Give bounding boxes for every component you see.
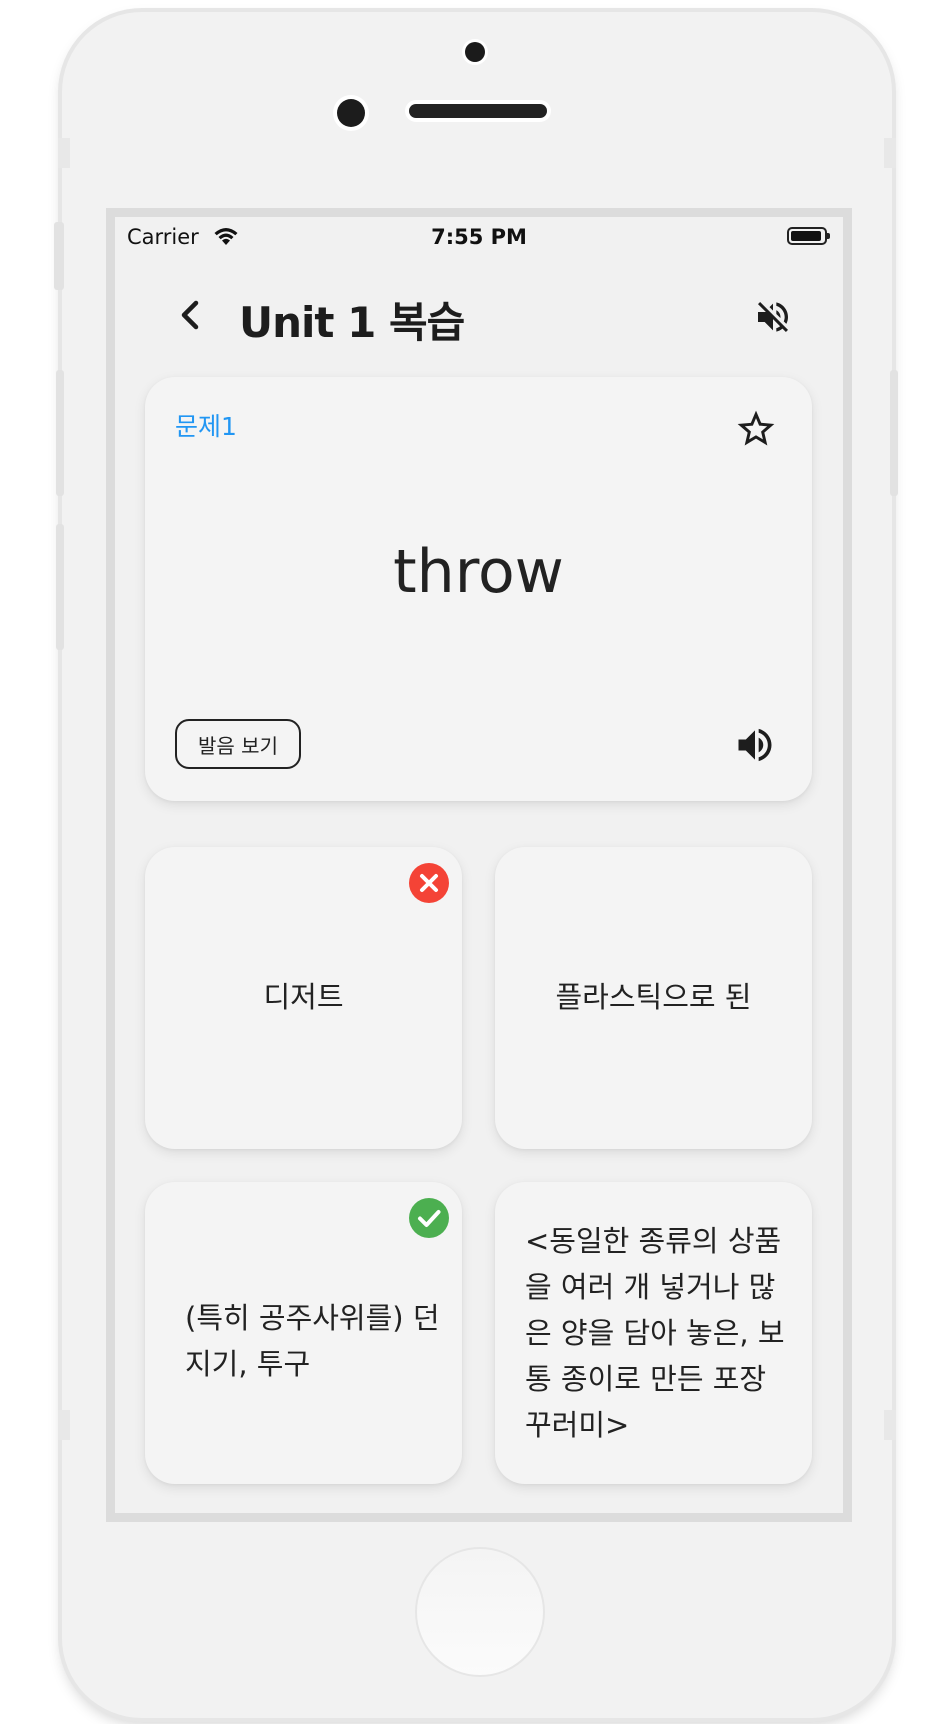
option-text: <동일한 종류의 상품을 여러 개 넣거나 많은 양을 담아 놓은, 보통 종이…: [525, 1224, 785, 1442]
answer-option-3[interactable]: (특히 공주사위를) 던지기, 투구: [145, 1182, 462, 1484]
volume-up-icon: [738, 728, 772, 762]
battery-fill: [791, 231, 821, 241]
app-screen: Carrier 7:55 PM Unit 1 복습 문제1 throw 발음 보…: [115, 217, 843, 1513]
back-button[interactable]: [171, 295, 211, 335]
page-title: Unit 1 복습: [239, 298, 465, 347]
front-camera: [337, 99, 365, 127]
question-word: throw: [393, 537, 564, 607]
antenna-band-right-bottom: [884, 1410, 896, 1440]
status-time: 7:55 PM: [431, 225, 527, 249]
front-sensor: [465, 42, 485, 62]
cancel-icon: [409, 863, 449, 903]
star-outline-icon: [737, 410, 775, 446]
option-text: (특히 공주사위를) 던지기, 투구: [185, 1301, 440, 1381]
question-number: 문제1: [175, 412, 237, 441]
volume-down-side-button: [56, 524, 64, 650]
home-button[interactable]: [415, 1547, 545, 1677]
battery-icon: [787, 227, 830, 245]
show-pronunciation-button[interactable]: 발음 보기: [175, 719, 301, 769]
answer-option-4[interactable]: <동일한 종류의 상품을 여러 개 넣거나 많은 양을 담아 놓은, 보통 종이…: [495, 1182, 812, 1484]
antenna-band-left-bottom: [58, 1410, 70, 1440]
volume-off-icon: [758, 302, 788, 332]
antenna-band-right-top: [884, 138, 896, 168]
power-side-button: [890, 370, 898, 496]
correct-badge: [409, 1198, 449, 1238]
antenna-band-left-top: [58, 138, 70, 168]
bookmark-button[interactable]: [734, 407, 778, 451]
play-audio-button[interactable]: [733, 723, 777, 767]
answer-option-1[interactable]: 디저트: [145, 847, 462, 1149]
back-arrow-icon: [181, 300, 199, 330]
volume-up-side-button: [56, 370, 64, 496]
status-bar: Carrier 7:55 PM: [115, 217, 843, 257]
question-card: 문제1 throw 발음 보기: [145, 377, 812, 801]
earpiece-speaker: [409, 104, 547, 118]
option-text: 디저트: [263, 980, 344, 1014]
silent-switch: [54, 222, 64, 290]
mute-toggle-button[interactable]: [753, 297, 793, 337]
wrong-badge: [409, 863, 449, 903]
answer-option-2[interactable]: 플라스틱으로 된: [495, 847, 812, 1149]
option-text: 플라스틱으로 된: [555, 980, 752, 1014]
check-circle-icon: [409, 1198, 449, 1238]
